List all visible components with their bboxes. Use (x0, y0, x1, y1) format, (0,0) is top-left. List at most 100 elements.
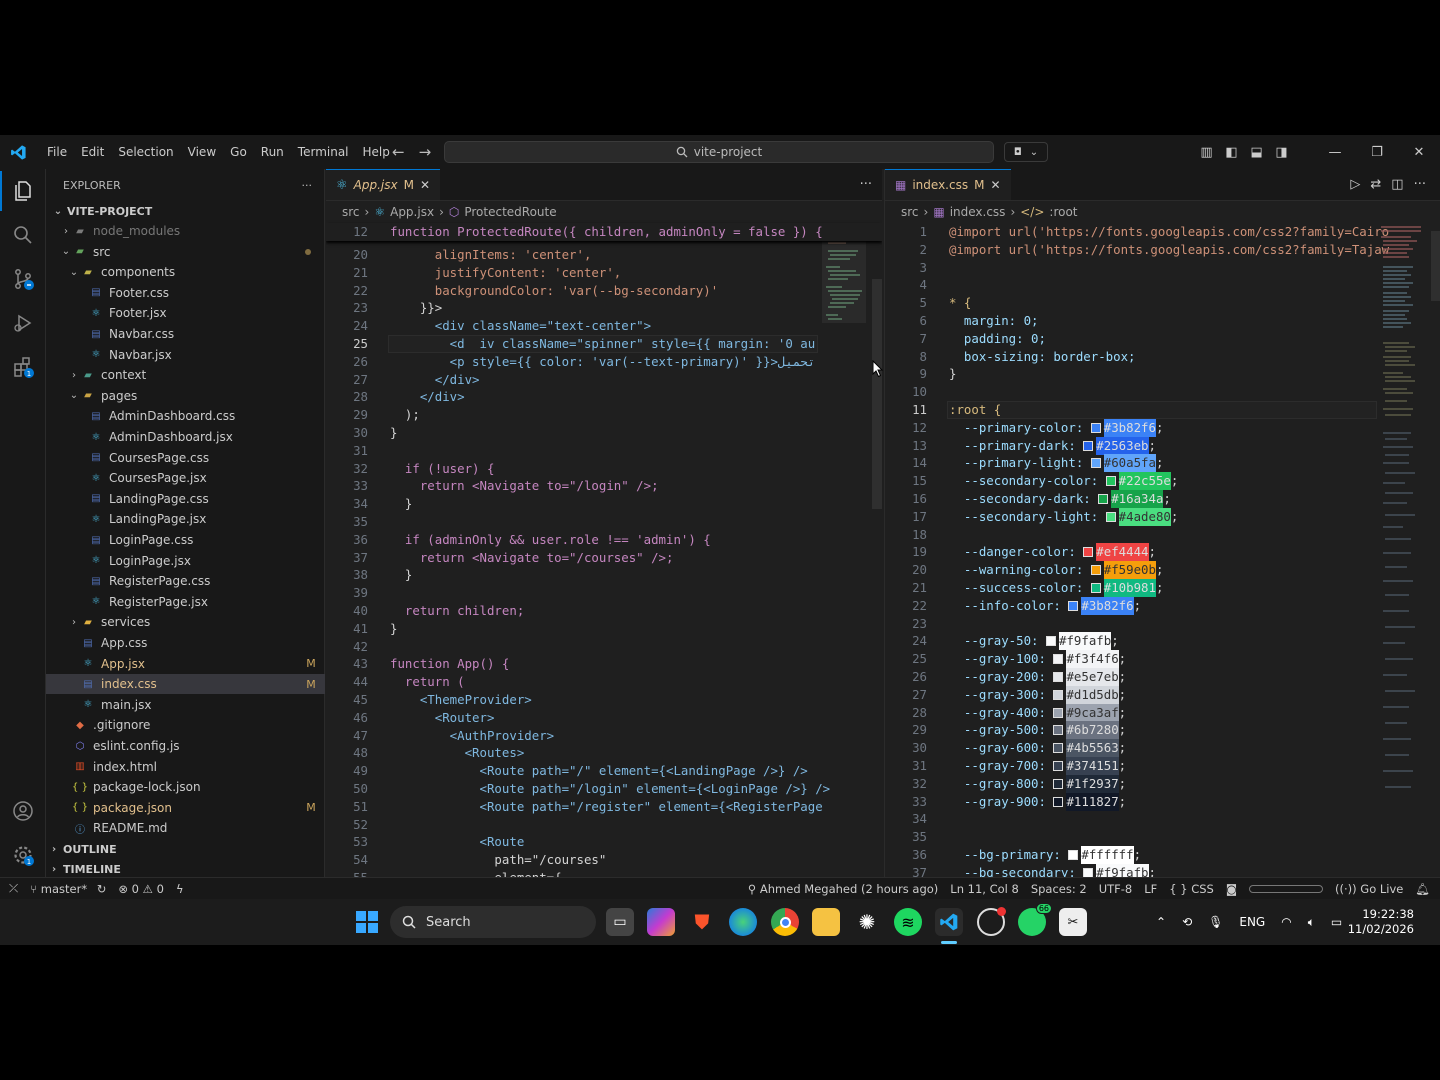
tree-item-index-html[interactable]: ▥ index.html (46, 757, 325, 777)
wifi-icon[interactable]: ◠ (1281, 915, 1291, 929)
code-line[interactable]: 36 if (adminOnly && user.role !== 'admin… (326, 531, 711, 549)
code-line[interactable]: 10 (885, 383, 949, 401)
end-of-line[interactable]: LF (1138, 882, 1163, 896)
color-swatch[interactable] (1053, 689, 1064, 700)
tree-item-admindashboard-jsx[interactable]: ⚛ AdminDashboard.jsx (46, 427, 325, 447)
toggle-secondary-sidebar-icon[interactable]: ◨ (1269, 145, 1294, 160)
color-swatch[interactable] (1068, 850, 1079, 860)
minimap[interactable] (1379, 223, 1431, 823)
code-line[interactable]: 26 --gray-200: #e5e7eb; (885, 668, 1126, 686)
settings-gear-icon[interactable]: 1 (0, 835, 46, 875)
notifications-bell-icon[interactable]: 🔔︎ (1409, 882, 1440, 896)
code-line[interactable]: 17 --secondary-light: #4ade80; (885, 507, 1178, 526)
run-icon[interactable]: ▷ (1350, 177, 1360, 192)
code-line[interactable]: 25 --gray-100: #f3f4f6; (885, 650, 1126, 669)
code-line[interactable]: 34 (885, 810, 949, 828)
breadcrumb-item[interactable]: :root (1049, 205, 1077, 219)
code-line[interactable]: 21 justifyContent: 'center', (326, 264, 621, 282)
forward-arrow-icon[interactable]: → (419, 135, 432, 169)
tree-item-index-css[interactable]: ▤ index.css M (46, 674, 325, 695)
code-line[interactable]: 20 --warning-color: #f59e0b; (885, 561, 1163, 580)
tree-item-package-json[interactable]: { } package.json M (46, 798, 325, 818)
code-line[interactable]: 35 (885, 828, 949, 846)
code-line[interactable]: 49 <Route path="/" element={<LandingPage… (326, 762, 808, 780)
split-editor-icon[interactable]: ◫ (1391, 177, 1403, 192)
language-mode[interactable]: { } CSS (1163, 882, 1220, 896)
code-line[interactable]: 34 } (326, 495, 412, 513)
code-line[interactable]: 27 --gray-300: #d1d5db; (885, 685, 1126, 704)
task-view-icon[interactable]: ▭ (606, 908, 634, 936)
menu-item-file[interactable]: File (40, 135, 74, 169)
accounts-icon[interactable] (0, 791, 46, 831)
windows-start-icon[interactable] (353, 908, 381, 936)
code-line[interactable]: 36 --bg-primary: #ffffff; (885, 846, 1141, 864)
code-line[interactable]: 19 --danger-color: #ef4444; (885, 543, 1156, 562)
restore-button[interactable]: ❐ (1356, 145, 1398, 160)
breadcrumb-item[interactable]: ProtectedRoute (464, 205, 556, 219)
color-swatch[interactable] (1090, 583, 1101, 593)
tab-app-jsx[interactable]: ⚛ App.jsx M ✕ (326, 169, 441, 200)
color-swatch[interactable] (1068, 600, 1079, 611)
code-area-index-css[interactable]: 1 @import url('https://fonts.googleapis.c… (885, 223, 1440, 889)
code-line[interactable]: 21 --success-color: #10b981; (885, 579, 1163, 597)
minimap[interactable] (822, 223, 874, 343)
sticky-scroll-line[interactable]: 12 function ProtectedRoute({ children, ad… (326, 223, 882, 241)
branch-indicator[interactable]: ⑂ master* ↻ (24, 882, 112, 896)
menu-item-help[interactable]: Help (356, 135, 397, 169)
code-line[interactable]: 28 </div> (326, 388, 465, 406)
scrollbar[interactable] (872, 279, 882, 509)
tree-item-footer-jsx[interactable]: ⚛ Footer.jsx (46, 303, 325, 323)
clock[interactable]: 19:22:38 11/02/2026 (1348, 907, 1414, 937)
menu-item-run[interactable]: Run (254, 135, 291, 169)
code-line[interactable]: 53 <Route (326, 833, 524, 851)
code-line[interactable]: 38 } (326, 566, 412, 584)
tree-item-context[interactable]: › ▰ context (46, 365, 325, 385)
close-tab-icon[interactable]: ✕ (990, 178, 1000, 192)
lightning-icon[interactable]: ϟ (170, 882, 190, 896)
code-line[interactable]: 43 function App() { (326, 655, 509, 673)
compare-changes-icon[interactable]: ⇄ (1370, 177, 1381, 192)
tree-item-landingpage-css[interactable]: ▤ LandingPage.css (46, 489, 325, 509)
code-line[interactable]: 45 <ThemeProvider> (326, 691, 532, 709)
color-swatch[interactable] (1053, 672, 1064, 682)
code-line[interactable]: 52 (326, 816, 390, 834)
tree-item-services[interactable]: › ▰ services (46, 612, 325, 632)
indentation[interactable]: Spaces: 2 (1025, 882, 1093, 896)
vscode-taskbar-icon[interactable] (935, 908, 963, 936)
color-swatch[interactable] (1105, 511, 1116, 522)
back-arrow-icon[interactable]: ← (392, 135, 405, 169)
copilot-status-icon[interactable]: ◙ (1220, 882, 1243, 896)
tree-item-main-jsx[interactable]: ⚛ main.jsx (46, 695, 325, 715)
code-line[interactable]: 29 --gray-500: #6b7280; (885, 721, 1126, 740)
source-control-icon[interactable] (0, 259, 46, 299)
tree-item-components[interactable]: ⌄ ▰ components (46, 262, 325, 282)
code-line[interactable]: 30} (326, 424, 397, 442)
code-line[interactable]: 40 return children; (326, 602, 524, 620)
code-line[interactable]: 25 <d iv className="spinner" style={{ ma… (326, 335, 815, 353)
tree-item-navbar-jsx[interactable]: ⚛ Navbar.jsx (46, 345, 325, 365)
tree-item-pages[interactable]: ⌄ ▰ pages (46, 386, 325, 406)
color-swatch[interactable] (1053, 796, 1064, 807)
chevron-up-icon[interactable]: ⌃ (1156, 915, 1166, 929)
chrome-browser-icon[interactable] (771, 908, 799, 936)
tree-item-node-modules[interactable]: › ▰ node_modules (46, 221, 325, 241)
brave-browser-icon[interactable]: ⛊ (688, 908, 716, 936)
cursor-position[interactable]: Ln 11, Col 8 (944, 882, 1025, 896)
color-swatch[interactable] (1098, 494, 1109, 504)
tree-item-registerpage-jsx[interactable]: ⚛ RegisterPage.jsx (46, 592, 325, 612)
tree-item-readme-md[interactable]: ⓘ README.md (46, 818, 325, 838)
tree-item-landingpage-jsx[interactable]: ⚛ LandingPage.jsx (46, 509, 325, 529)
tree-item-admindashboard-css[interactable]: ▤ AdminDashboard.css (46, 406, 325, 426)
code-line[interactable]: 1 @import url('https://fonts.googleapis.c… (885, 223, 1390, 241)
code-line[interactable]: 28 --gray-400: #9ca3af; (885, 703, 1126, 722)
menu-item-edit[interactable]: Edit (74, 135, 111, 169)
more-actions-icon[interactable]: ··· (1414, 177, 1426, 192)
snipping-tool-icon[interactable]: ✂ (1059, 908, 1087, 936)
code-line[interactable]: 4 (885, 276, 949, 294)
code-line[interactable]: 24 <div className="text-center"> (326, 317, 651, 335)
code-line[interactable]: 13 --primary-dark: #2563eb; (885, 436, 1156, 455)
tree-item-coursespage-css[interactable]: ▤ CoursesPage.css (46, 448, 325, 468)
search-icon[interactable] (0, 215, 46, 255)
code-line[interactable]: 5 * { (885, 294, 972, 312)
customize-layout-icon[interactable]: ▥ (1194, 145, 1219, 160)
